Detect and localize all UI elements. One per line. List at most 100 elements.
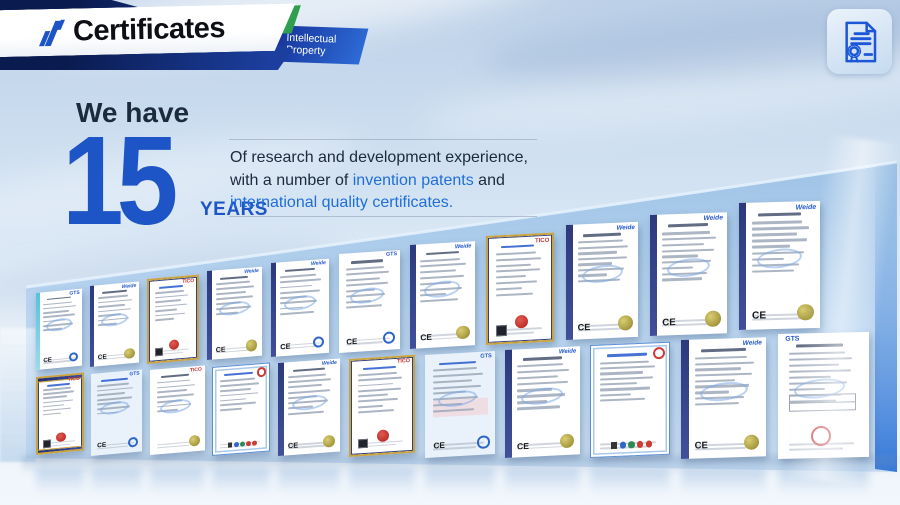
ce-mark: CE: [421, 333, 433, 342]
ce-mark: CE: [43, 358, 52, 365]
cert-logo: Weide: [322, 361, 337, 367]
description-line1: Of research and development experience,: [230, 147, 528, 170]
floor-reflection: [150, 468, 205, 494]
cert-logo: Weide: [559, 349, 576, 356]
floor-reflection: [778, 468, 869, 494]
years-number: 15: [62, 118, 171, 244]
certificate-thumbnail: Weide CE: [207, 267, 262, 361]
qr-code-icon: [155, 347, 163, 356]
ce-mark: CE: [577, 323, 590, 333]
certificate-thumbnail: TICO: [349, 355, 415, 457]
seal-stamp-icon: [246, 339, 258, 352]
qr-code-icon: [43, 439, 51, 448]
seal-stamp-icon: [383, 331, 395, 344]
certificate-thumbnail: TICO: [147, 274, 199, 363]
divider-line: [229, 139, 537, 140]
seal-stamp-icon: [313, 336, 324, 348]
cert-logo: Weide: [455, 244, 472, 251]
seal-stamp-icon: [456, 326, 469, 340]
seal-stamp-icon: [128, 436, 138, 447]
cert-logo: TICO: [68, 377, 80, 383]
floor-reflection: [91, 468, 142, 494]
certificate-thumbnail: GTS CE: [425, 351, 495, 458]
cert-logo: GTS: [480, 353, 492, 359]
seal-stamp-icon: [653, 347, 665, 360]
cert-logo: Weide: [796, 204, 816, 212]
certificate-thumbnail: GTS: [778, 332, 869, 459]
ce-mark: CE: [752, 312, 766, 323]
seal-stamp-icon: [617, 315, 632, 331]
seal-stamp-icon: [744, 434, 759, 450]
badge-line2: Property: [286, 44, 336, 58]
seal-stamp-icon: [515, 315, 528, 329]
floor-reflection: [349, 468, 415, 494]
seal-stamp-icon: [477, 435, 489, 448]
title-banner: Certificates: [0, 3, 296, 57]
seal-stamp-icon: [124, 348, 135, 359]
certificate-thumbnail: GTSCE: [91, 369, 142, 455]
seal-stamp-icon: [705, 310, 721, 326]
seal-stamp-icon: [560, 434, 574, 449]
certificate-thumbnail: [590, 342, 670, 459]
floor-reflection: [505, 468, 580, 494]
ce-mark: CE: [288, 442, 298, 450]
seal-stamp-icon: [323, 435, 335, 448]
ce-mark: CE: [98, 354, 107, 361]
description-line3: international quality certificates.: [230, 192, 528, 215]
certificate-thumbnail: TICO: [150, 366, 205, 456]
cert-logo: GTS: [69, 291, 79, 297]
cert-logo: Weide: [743, 340, 762, 347]
cert-logo: TICO: [535, 237, 549, 244]
certificate-thumbnail: Weide CE: [278, 359, 340, 457]
cert-logo: Weide: [616, 225, 634, 232]
certificate-thumbnail: Weide CE: [681, 337, 766, 459]
hero-description: Of research and development experience, …: [230, 147, 528, 215]
certificate-thumbnail: Weide CE: [505, 346, 580, 458]
certificate-thumbnail: Weide CE: [271, 259, 329, 357]
ce-mark: CE: [695, 441, 708, 451]
invention-patents-text: invention patents: [353, 172, 474, 189]
cert-logo: Weide: [704, 215, 723, 222]
cert-logo: Weide: [311, 261, 326, 267]
floor-reflection: [36, 468, 84, 494]
cert-logo: TICO: [182, 279, 194, 285]
seal-stamp-icon: [189, 435, 200, 447]
seal-stamp-icon: [69, 352, 78, 362]
ce-mark: CE: [281, 342, 291, 350]
certificate-thumbnail: GTS CE: [36, 289, 82, 370]
certificate-thumbnail: Weide CE: [410, 241, 475, 348]
ce-mark: CE: [662, 318, 675, 328]
cert-logo: TICO: [189, 368, 201, 374]
description-line2: with a number of invention patents and: [230, 170, 528, 193]
page-title: Certificates: [73, 12, 226, 48]
slide-certificates: GTS CE Weide CE TICO Weide CE Weide CE GTS CE Weide…: [0, 0, 900, 505]
certificate-document-icon: [827, 9, 892, 74]
floor-reflection: [212, 468, 270, 494]
cert-logo: Weide: [245, 269, 260, 275]
certificate-thumbnail: Weide CE: [739, 201, 820, 330]
floor-reflection: [681, 468, 766, 494]
certificate-thumbnail: WeideCE: [90, 282, 139, 367]
certificate-thumbnail: GTS CE: [339, 250, 400, 353]
certificate-thumbnail: TICO: [36, 372, 84, 455]
floor-reflection: [425, 468, 495, 494]
divider-line: [229, 216, 537, 217]
ce-mark: CE: [433, 442, 444, 451]
seal-stamp-icon: [256, 367, 266, 378]
double-slash-icon: [42, 19, 67, 46]
cert-logo: GTS: [386, 253, 397, 259]
cert-logo: GTS: [785, 337, 799, 344]
seal-stamp-icon: [798, 304, 815, 321]
cert-logo: TICO: [397, 359, 410, 365]
floor-reflection: [278, 468, 340, 494]
certificate-wall: GTS CE Weide CE TICO Weide CE Weide CE GTS CE Weide…: [0, 0, 900, 505]
floor-reflection: [590, 468, 670, 494]
ce-mark: CE: [216, 346, 226, 354]
seal-stamp-icon: [377, 429, 389, 442]
ce-mark: CE: [346, 338, 357, 347]
qr-code-icon: [359, 438, 369, 448]
ce-mark: CE: [517, 442, 529, 451]
certificate-thumbnail: TICO: [486, 232, 554, 345]
ce-mark: CE: [97, 443, 106, 450]
certificate-thumbnail: Weide CE: [566, 222, 638, 340]
